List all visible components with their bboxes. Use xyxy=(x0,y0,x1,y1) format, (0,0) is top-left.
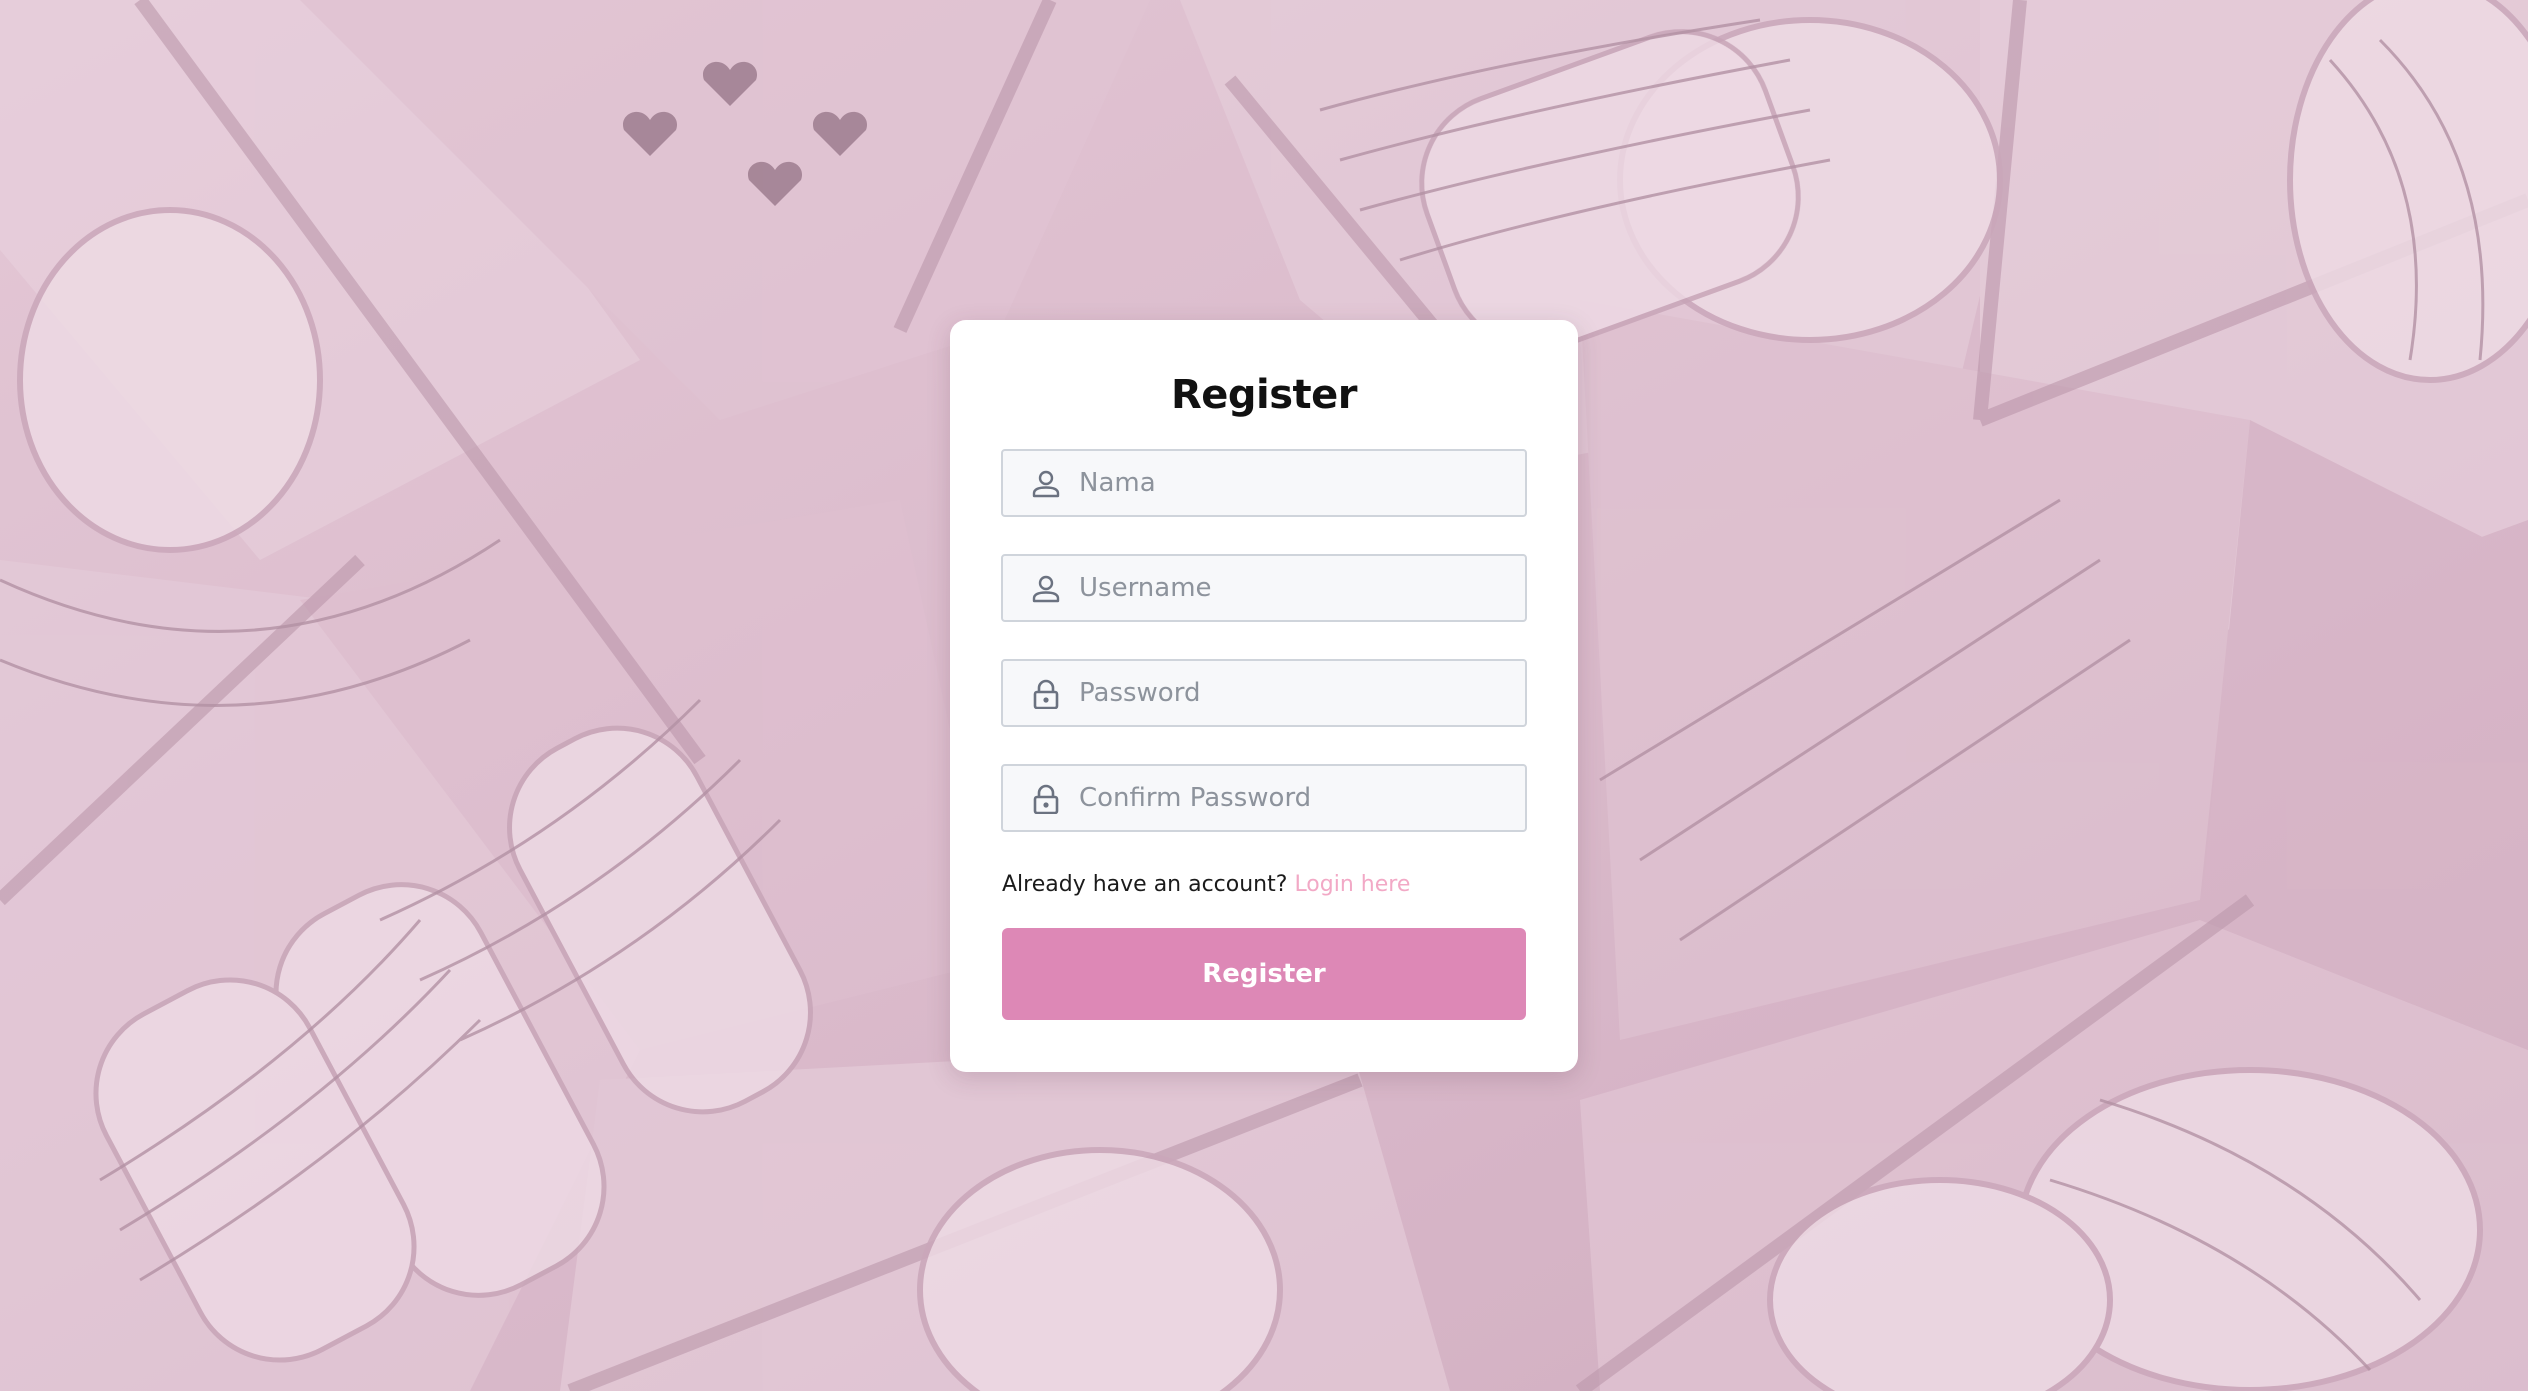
register-button[interactable]: Register xyxy=(1002,928,1526,1020)
lock-icon xyxy=(1033,784,1059,814)
login-prompt: Already have an account? Login here xyxy=(1002,872,1410,897)
user-icon xyxy=(1032,470,1060,498)
confirm-password-field[interactable] xyxy=(1001,764,1527,832)
login-prompt-text: Already have an account? xyxy=(1002,872,1288,897)
register-card: Register Already have an account? xyxy=(950,320,1578,1072)
name-input[interactable] xyxy=(1079,451,1509,515)
lock-icon xyxy=(1033,679,1059,709)
username-input[interactable] xyxy=(1079,556,1509,620)
password-input[interactable] xyxy=(1079,661,1509,725)
user-icon xyxy=(1032,575,1060,603)
username-field[interactable] xyxy=(1001,554,1527,622)
login-link[interactable]: Login here xyxy=(1294,872,1410,897)
confirm-password-input[interactable] xyxy=(1079,766,1509,830)
page-title: Register xyxy=(1170,372,1358,418)
name-field[interactable] xyxy=(1001,449,1527,517)
password-field[interactable] xyxy=(1001,659,1527,727)
